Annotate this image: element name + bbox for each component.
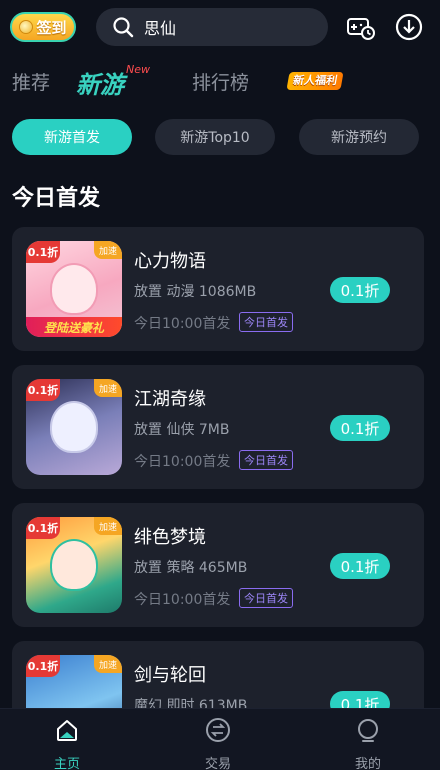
- search-icon: [113, 17, 134, 38]
- download-icon[interactable]: [394, 12, 424, 42]
- exchange-icon: [206, 718, 230, 742]
- discount-button[interactable]: 0.1折: [330, 415, 390, 441]
- search-query: 思仙: [144, 19, 177, 38]
- discount-button[interactable]: 0.1折: [330, 553, 390, 579]
- nav-trade[interactable]: 交易: [188, 717, 248, 770]
- subtab-new-release[interactable]: 新游首发: [12, 119, 132, 155]
- game-card[interactable]: 0.1折 加速 登陆送豪礼 心力物语 放置 动漫 1086MB 今日10:00首…: [12, 227, 424, 351]
- character-art: [50, 401, 98, 453]
- checkin-label: 签到: [36, 18, 67, 37]
- new-tag: New: [126, 63, 150, 76]
- nav-home-label: 主页: [53, 757, 80, 770]
- coin-icon: [19, 20, 34, 34]
- discount-badge: 0.1折: [26, 241, 60, 263]
- release-time: 今日10:00首发: [134, 454, 231, 470]
- game-name: 绯色梦境: [134, 527, 206, 548]
- game-history-icon[interactable]: [346, 12, 376, 42]
- speed-badge: 加速: [94, 517, 122, 535]
- newbie-welfare-badge[interactable]: 新人福利: [286, 72, 344, 90]
- game-name: 江湖奇缘: [134, 389, 206, 410]
- promo-banner: 登陆送豪礼: [26, 317, 122, 337]
- nav-home[interactable]: 主页: [37, 717, 97, 770]
- game-card[interactable]: 0.1折 加速 江湖奇缘 放置 仙侠 7MB 今日10:00首发 今日首发 0.…: [12, 365, 424, 489]
- speed-badge: 加速: [94, 241, 122, 259]
- game-meta: 放置 策略 465MB: [134, 560, 248, 576]
- tab-new-games[interactable]: 新游 New: [76, 63, 150, 100]
- today-release-tag: 今日首发: [239, 588, 293, 608]
- discount-badge: 0.1折: [26, 379, 60, 401]
- tab-new-games-label: 新游: [76, 71, 124, 99]
- game-icon-image: 0.1折 加速 登陆送豪礼: [26, 241, 122, 337]
- profile-icon: [358, 719, 378, 742]
- game-name: 剑与轮回: [134, 665, 206, 686]
- character-art: [50, 539, 98, 591]
- section-title: 今日首发: [12, 186, 101, 211]
- subtab-reservation[interactable]: 新游预约: [299, 119, 419, 155]
- game-icon-image: 0.1折 加速: [26, 517, 122, 613]
- game-meta: 放置 仙侠 7MB: [134, 422, 230, 438]
- release-time: 今日10:00首发: [134, 316, 231, 332]
- tab-recommend-label: 推荐: [12, 72, 51, 94]
- game-meta: 放置 动漫 1086MB: [134, 284, 257, 300]
- today-release-tag: 今日首发: [239, 450, 293, 470]
- tab-ranking[interactable]: 排行榜: [192, 68, 249, 95]
- speed-badge: 加速: [94, 379, 122, 397]
- tab-recommend[interactable]: 推荐: [12, 68, 50, 95]
- home-icon: [57, 720, 77, 741]
- search-bar[interactable]: 思仙: [96, 8, 328, 46]
- discount-badge: 0.1折: [26, 517, 60, 539]
- tab-ranking-label: 排行榜: [192, 72, 250, 94]
- character-art: [50, 263, 98, 315]
- discount-button[interactable]: 0.1折: [330, 277, 390, 303]
- speed-badge: 加速: [94, 655, 122, 673]
- nav-profile[interactable]: 我的: [338, 717, 398, 770]
- subtab-top10[interactable]: 新游Top10: [155, 119, 275, 155]
- game-icon-image: 0.1折 加速: [26, 379, 122, 475]
- today-release-tag: 今日首发: [239, 312, 293, 332]
- category-nav: 推荐 新游 New 排行榜 新人福利: [0, 60, 440, 104]
- release-time: 今日10:00首发: [134, 592, 231, 608]
- top-bar: 签到 思仙: [0, 0, 440, 56]
- checkin-button[interactable]: 签到: [10, 12, 76, 42]
- game-name: 心力物语: [134, 251, 206, 272]
- discount-badge: 0.1折: [26, 655, 60, 677]
- bottom-nav: 主页 交易 我的: [0, 708, 440, 770]
- nav-profile-label: 我的: [354, 757, 381, 770]
- nav-trade-label: 交易: [204, 757, 231, 770]
- game-card[interactable]: 0.1折 加速 绯色梦境 放置 策略 465MB 今日10:00首发 今日首发 …: [12, 503, 424, 627]
